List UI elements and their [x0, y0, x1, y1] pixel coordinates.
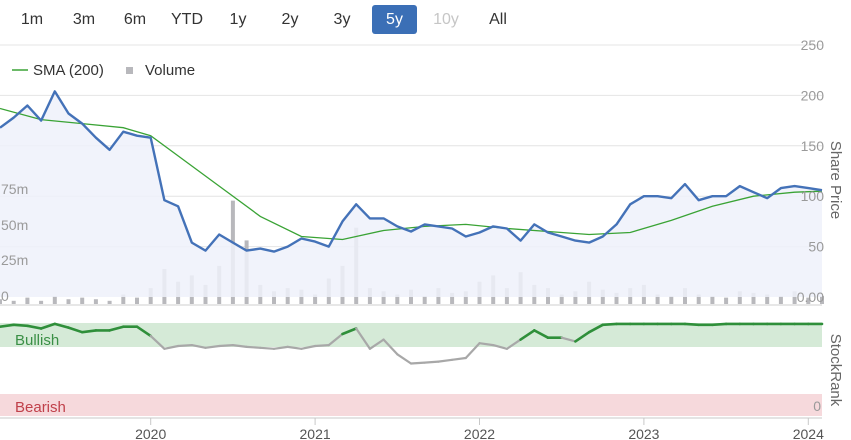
volume-tick-label: 50m — [1, 217, 28, 233]
volume-bar — [52, 296, 57, 304]
volume-bar — [710, 296, 715, 304]
volume-bar — [11, 300, 16, 304]
stockrank-segment — [423, 360, 440, 364]
stockrank-segment — [12, 323, 29, 328]
stockrank-segment — [601, 322, 618, 327]
volume-bar — [669, 296, 674, 304]
bearish-label: Bearish — [15, 399, 66, 416]
volume-bar — [66, 299, 71, 304]
price-tick-label: 100 — [801, 188, 825, 204]
stockrank-segment — [711, 322, 728, 327]
stockrank-segment — [259, 346, 276, 350]
volume-bar — [39, 300, 44, 304]
price-tick-label: 250 — [801, 37, 825, 53]
price-tick-label: 0.00 — [797, 289, 824, 305]
stockrank-segment — [245, 345, 262, 349]
bearish-band — [0, 394, 822, 416]
stockrank-axis-title: StockRank — [827, 334, 844, 407]
volume-legend-label: Volume — [145, 62, 195, 79]
volume-bar — [107, 300, 112, 304]
volume-tick-label: 25m — [1, 252, 28, 268]
x-tick-label: 2021 — [300, 426, 331, 440]
volume-bar — [80, 297, 85, 304]
volume-bar — [422, 296, 427, 304]
stockrank-segment — [451, 356, 467, 361]
stockrank-segment — [437, 358, 454, 363]
stockrank-segment — [409, 361, 426, 365]
volume-bar — [93, 299, 98, 304]
stockrank-zero-label: 0 — [813, 398, 821, 414]
sma-legend-label: SMA (200) — [33, 62, 104, 79]
bullish-label: Bullish — [15, 332, 59, 349]
volume-bar — [778, 296, 783, 304]
price-tick-label: 150 — [801, 138, 825, 154]
x-tick-label: 2024 — [793, 426, 824, 440]
x-tick-label: 2020 — [135, 426, 166, 440]
price-tick-label: 50 — [808, 239, 824, 255]
volume-bar — [25, 297, 30, 304]
price-tick-label: 200 — [801, 87, 825, 103]
x-tick-label: 2022 — [464, 426, 495, 440]
stockrank-segment — [80, 329, 98, 334]
volume-tick-label: 75m — [1, 181, 28, 197]
stockrank-segment — [314, 344, 330, 348]
stockrank-segment — [396, 353, 413, 365]
volume-bar — [135, 297, 139, 304]
x-tick-label: 2023 — [628, 426, 659, 440]
stockrank-segment — [177, 344, 193, 348]
volume-tick-label: 0 — [1, 288, 9, 304]
price-area — [0, 91, 822, 298]
stockrank-segment — [218, 344, 234, 348]
share-price-axis-title: Share Price — [827, 141, 844, 219]
stockrank-segment — [683, 322, 701, 327]
stockrank-segment — [272, 345, 289, 350]
stockrank-segment — [286, 345, 303, 350]
stock-chart: SMA (200) Volume 250 200 150 100 50 0.00 75m 50m 2… — [0, 37, 844, 440]
volume-legend-swatch — [126, 67, 133, 74]
volume-bar — [724, 297, 729, 304]
